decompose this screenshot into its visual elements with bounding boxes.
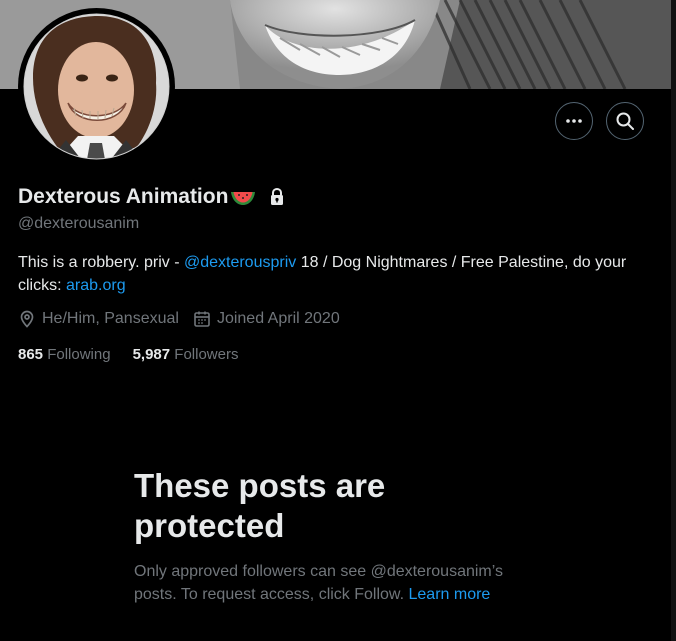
display-name: Dexterous Animation xyxy=(18,185,229,208)
profile-avatar[interactable] xyxy=(18,8,175,165)
avatar-image xyxy=(19,9,174,164)
profile-bio: This is a robbery. priv - @dexterouspriv… xyxy=(18,251,648,297)
bio-url-link[interactable]: arab.org xyxy=(66,277,126,294)
following-label: Following xyxy=(47,346,111,363)
location-item: He/Him, Pansexual xyxy=(18,310,179,328)
profile-stats: 865 Following 5,987 Followers xyxy=(18,346,260,363)
watermelon-emoji xyxy=(231,192,256,205)
following-count: 865 xyxy=(18,346,44,363)
following-link[interactable]: 865 Following xyxy=(18,346,111,363)
joined-item: Joined April 2020 xyxy=(193,310,340,328)
joined-text: Joined April 2020 xyxy=(216,310,340,327)
followers-link[interactable]: 5,987 Followers xyxy=(133,346,239,363)
learn-more-link[interactable]: Learn more xyxy=(409,586,491,603)
profile-handle: @dexterousanim xyxy=(18,215,140,232)
followers-count: 5,987 xyxy=(132,346,171,363)
location-text: He/Him, Pansexual xyxy=(42,310,179,327)
protected-text-block: Only approved followers can see @dextero… xyxy=(134,560,544,606)
scrollbar[interactable] xyxy=(671,0,676,641)
more-horizontal-icon xyxy=(566,119,582,123)
bio-text: This is a robbery. priv - xyxy=(18,254,184,271)
location-pin-icon xyxy=(20,310,34,328)
followers-label: Followers xyxy=(174,346,239,363)
search-icon xyxy=(616,112,634,130)
bio-mention-link[interactable]: @dexterouspriv xyxy=(184,254,296,271)
name-row: Dexterous Animation xyxy=(18,184,286,210)
calendar-icon xyxy=(194,311,210,327)
profile-meta: He/Him, Pansexual Joined April 2020 xyxy=(18,310,354,328)
protected-title: These posts are protected xyxy=(134,467,386,544)
search-button[interactable] xyxy=(606,102,644,140)
protected-notice: These posts are protected Only approved … xyxy=(134,466,544,606)
more-options-button[interactable] xyxy=(555,102,593,140)
lock-icon xyxy=(271,187,284,205)
